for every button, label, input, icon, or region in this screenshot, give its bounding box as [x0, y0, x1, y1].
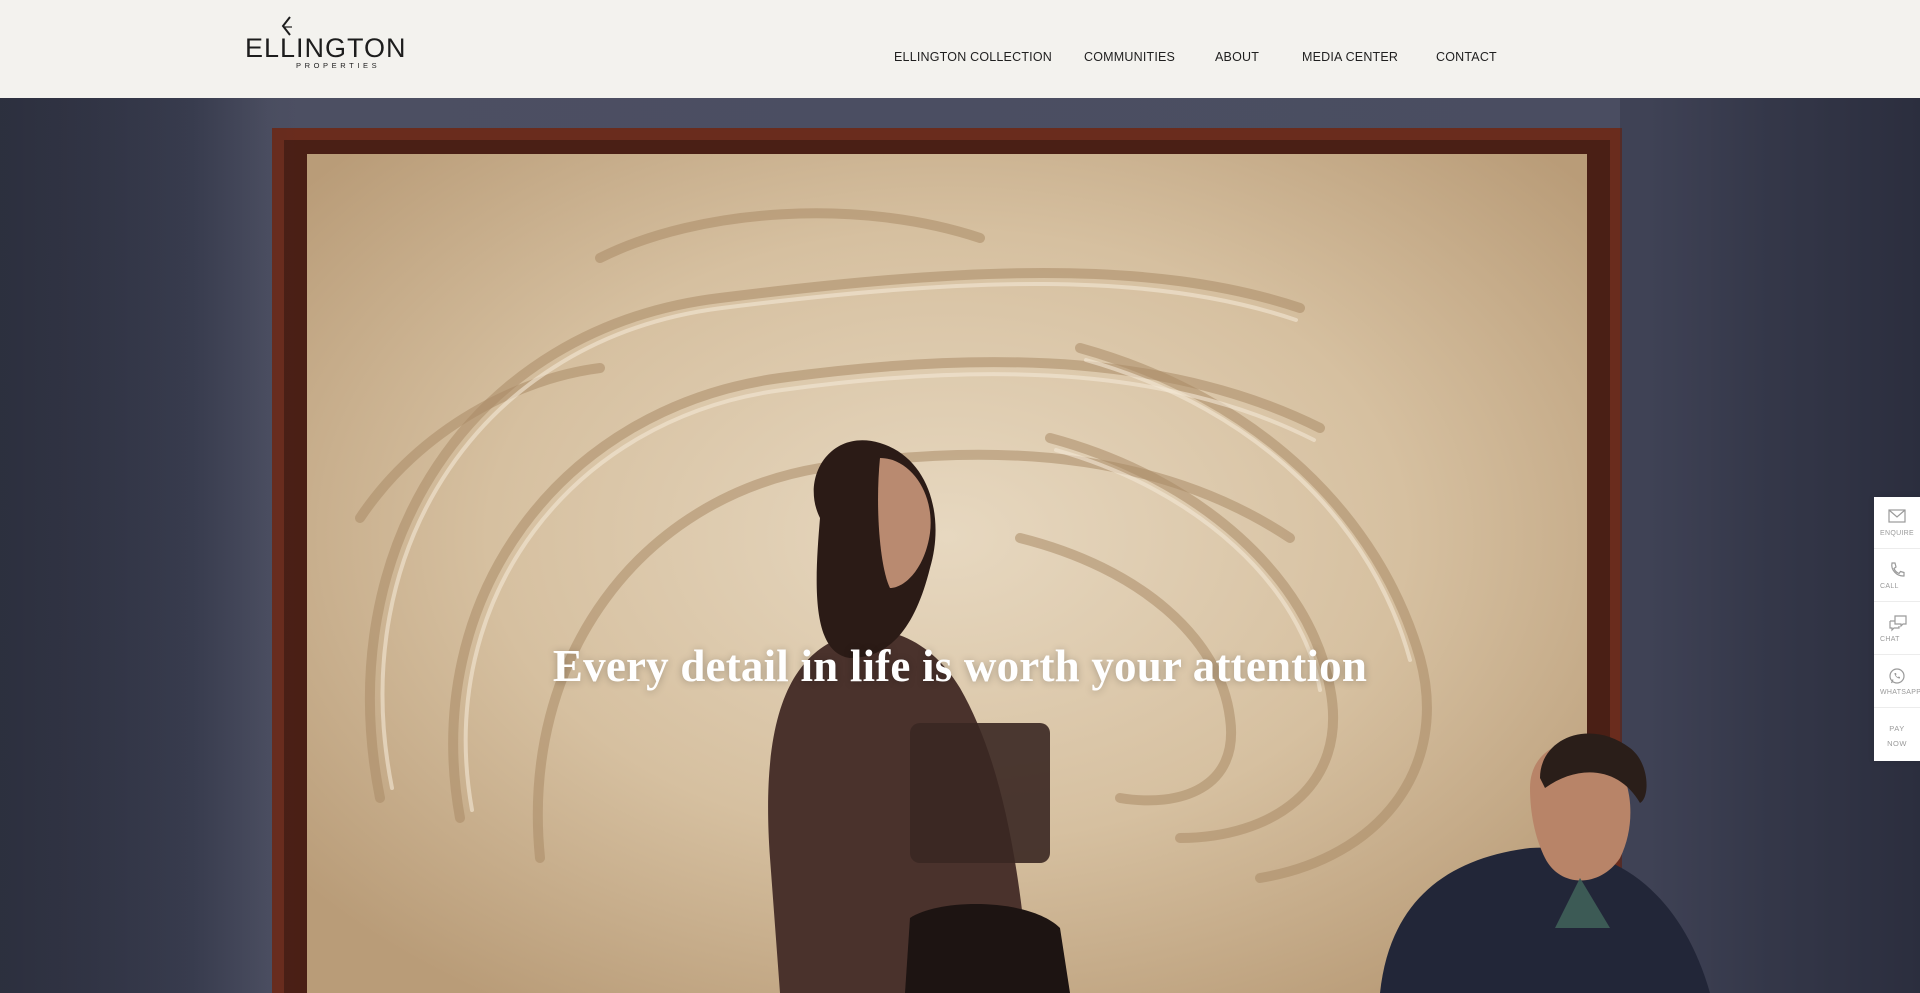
enquire-label: ENQUIRE — [1880, 530, 1914, 537]
call-button[interactable]: CALL — [1874, 550, 1920, 602]
nav-about[interactable]: ABOUT — [1215, 50, 1259, 64]
hero-headline: Every detail in life is worth your atten… — [552, 641, 1368, 691]
pay-label-line1: PAY — [1889, 724, 1905, 733]
pay-now-button[interactable]: PAY NOW — [1874, 709, 1920, 761]
chat-label: CHAT — [1880, 636, 1900, 643]
chat-icon — [1889, 615, 1907, 632]
nav-communities[interactable]: COMMUNITIES — [1084, 50, 1175, 64]
nav-ellington-collection[interactable]: ELLINGTON COLLECTION — [894, 50, 1052, 64]
phone-icon — [1891, 562, 1905, 577]
nav-media-center[interactable]: MEDIA CENTER — [1302, 50, 1398, 64]
call-label: CALL — [1880, 583, 1899, 590]
main-nav: ELLINGTON COLLECTION COMMUNITIES ABOUT M… — [0, 50, 1920, 66]
pay-now-label: PAY NOW — [1874, 721, 1920, 751]
mail-icon — [1888, 509, 1906, 523]
hero-banner: Every detail in life is worth your atten… — [0, 98, 1920, 993]
side-action-bar: ENQUIRE CALL CHAT WHATSAPP PAY NOW — [1874, 497, 1920, 761]
site-header: ELLINGTON PROPERTIES ELLINGTON COLLECTIO… — [0, 0, 1920, 98]
whatsapp-label: WHATSAPP — [1880, 689, 1920, 696]
chat-button[interactable]: CHAT — [1874, 603, 1920, 655]
enquire-button[interactable]: ENQUIRE — [1874, 497, 1920, 549]
nav-contact[interactable]: CONTACT — [1436, 50, 1497, 64]
whatsapp-icon — [1889, 668, 1905, 684]
whatsapp-button[interactable]: WHATSAPP — [1874, 656, 1920, 708]
pay-label-line2: NOW — [1887, 739, 1907, 748]
hero-image — [0, 98, 1920, 993]
